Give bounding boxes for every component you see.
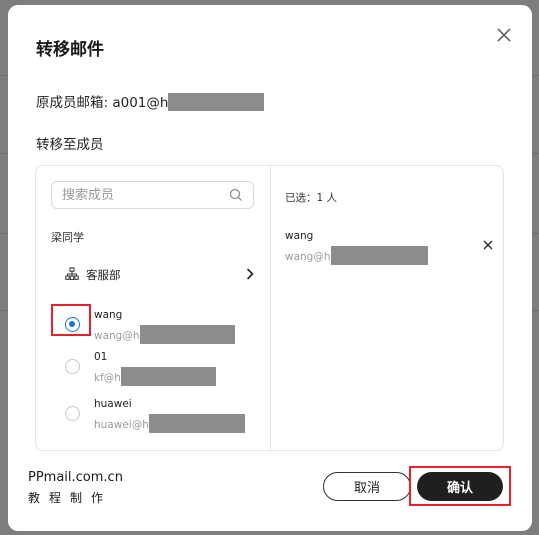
member-option-01[interactable]: 01 kf@h <box>51 351 256 391</box>
redaction-mask <box>168 93 265 111</box>
annotation-highlight <box>409 466 511 506</box>
chevron-right-icon <box>246 268 254 280</box>
transfer-to-label: 转移至成员 <box>36 137 104 153</box>
selected-member-wang: wang wang@h <box>285 230 495 270</box>
selected-count: 已选：1 人 <box>285 192 338 204</box>
member-email: wang@h <box>94 325 235 344</box>
close-icon[interactable] <box>494 25 514 45</box>
member-option-huawei[interactable]: huawei huawei@h <box>51 398 256 438</box>
member-picker: 梁同学 客服部 wang wang@h 01 kf@h <box>35 165 504 451</box>
redaction-mask <box>120 367 216 386</box>
redaction-mask <box>148 414 245 433</box>
member-name: huawei <box>94 398 132 410</box>
search-icon <box>229 188 242 201</box>
department-name: 客服部 <box>86 268 121 282</box>
dialog-title: 转移邮件 <box>36 40 104 60</box>
department-row[interactable]: 客服部 <box>51 263 256 287</box>
cancel-button[interactable]: 取消 <box>323 472 411 501</box>
annotation-highlight <box>51 304 91 336</box>
brand-line-1: PPmail.com.cn <box>28 470 123 485</box>
group-label: 梁同学 <box>51 231 84 244</box>
redaction-mask <box>139 325 235 344</box>
member-name: wang <box>94 309 123 321</box>
selected-member-name: wang <box>285 230 314 242</box>
member-email: kf@h <box>94 367 216 386</box>
member-email: huawei@h <box>94 414 245 433</box>
panel-divider <box>270 166 271 450</box>
remove-icon[interactable] <box>482 239 494 251</box>
member-radio[interactable] <box>65 406 80 421</box>
search-input[interactable] <box>51 181 254 209</box>
transfer-mail-dialog: 转移邮件 原成员邮箱: a001@h 转移至成员 梁同学 客服部 <box>8 5 532 531</box>
brand-watermark: PPmail.com.cn 教程制作 <box>28 468 123 508</box>
member-name: 01 <box>94 351 108 363</box>
selected-member-email: wang@h <box>285 246 428 265</box>
member-radio[interactable] <box>65 359 80 374</box>
brand-line-2: 教程制作 <box>28 491 113 505</box>
org-chart-icon <box>65 267 79 280</box>
original-member-email: 原成员邮箱: a001@h <box>36 91 265 111</box>
redaction-mask <box>330 246 428 265</box>
